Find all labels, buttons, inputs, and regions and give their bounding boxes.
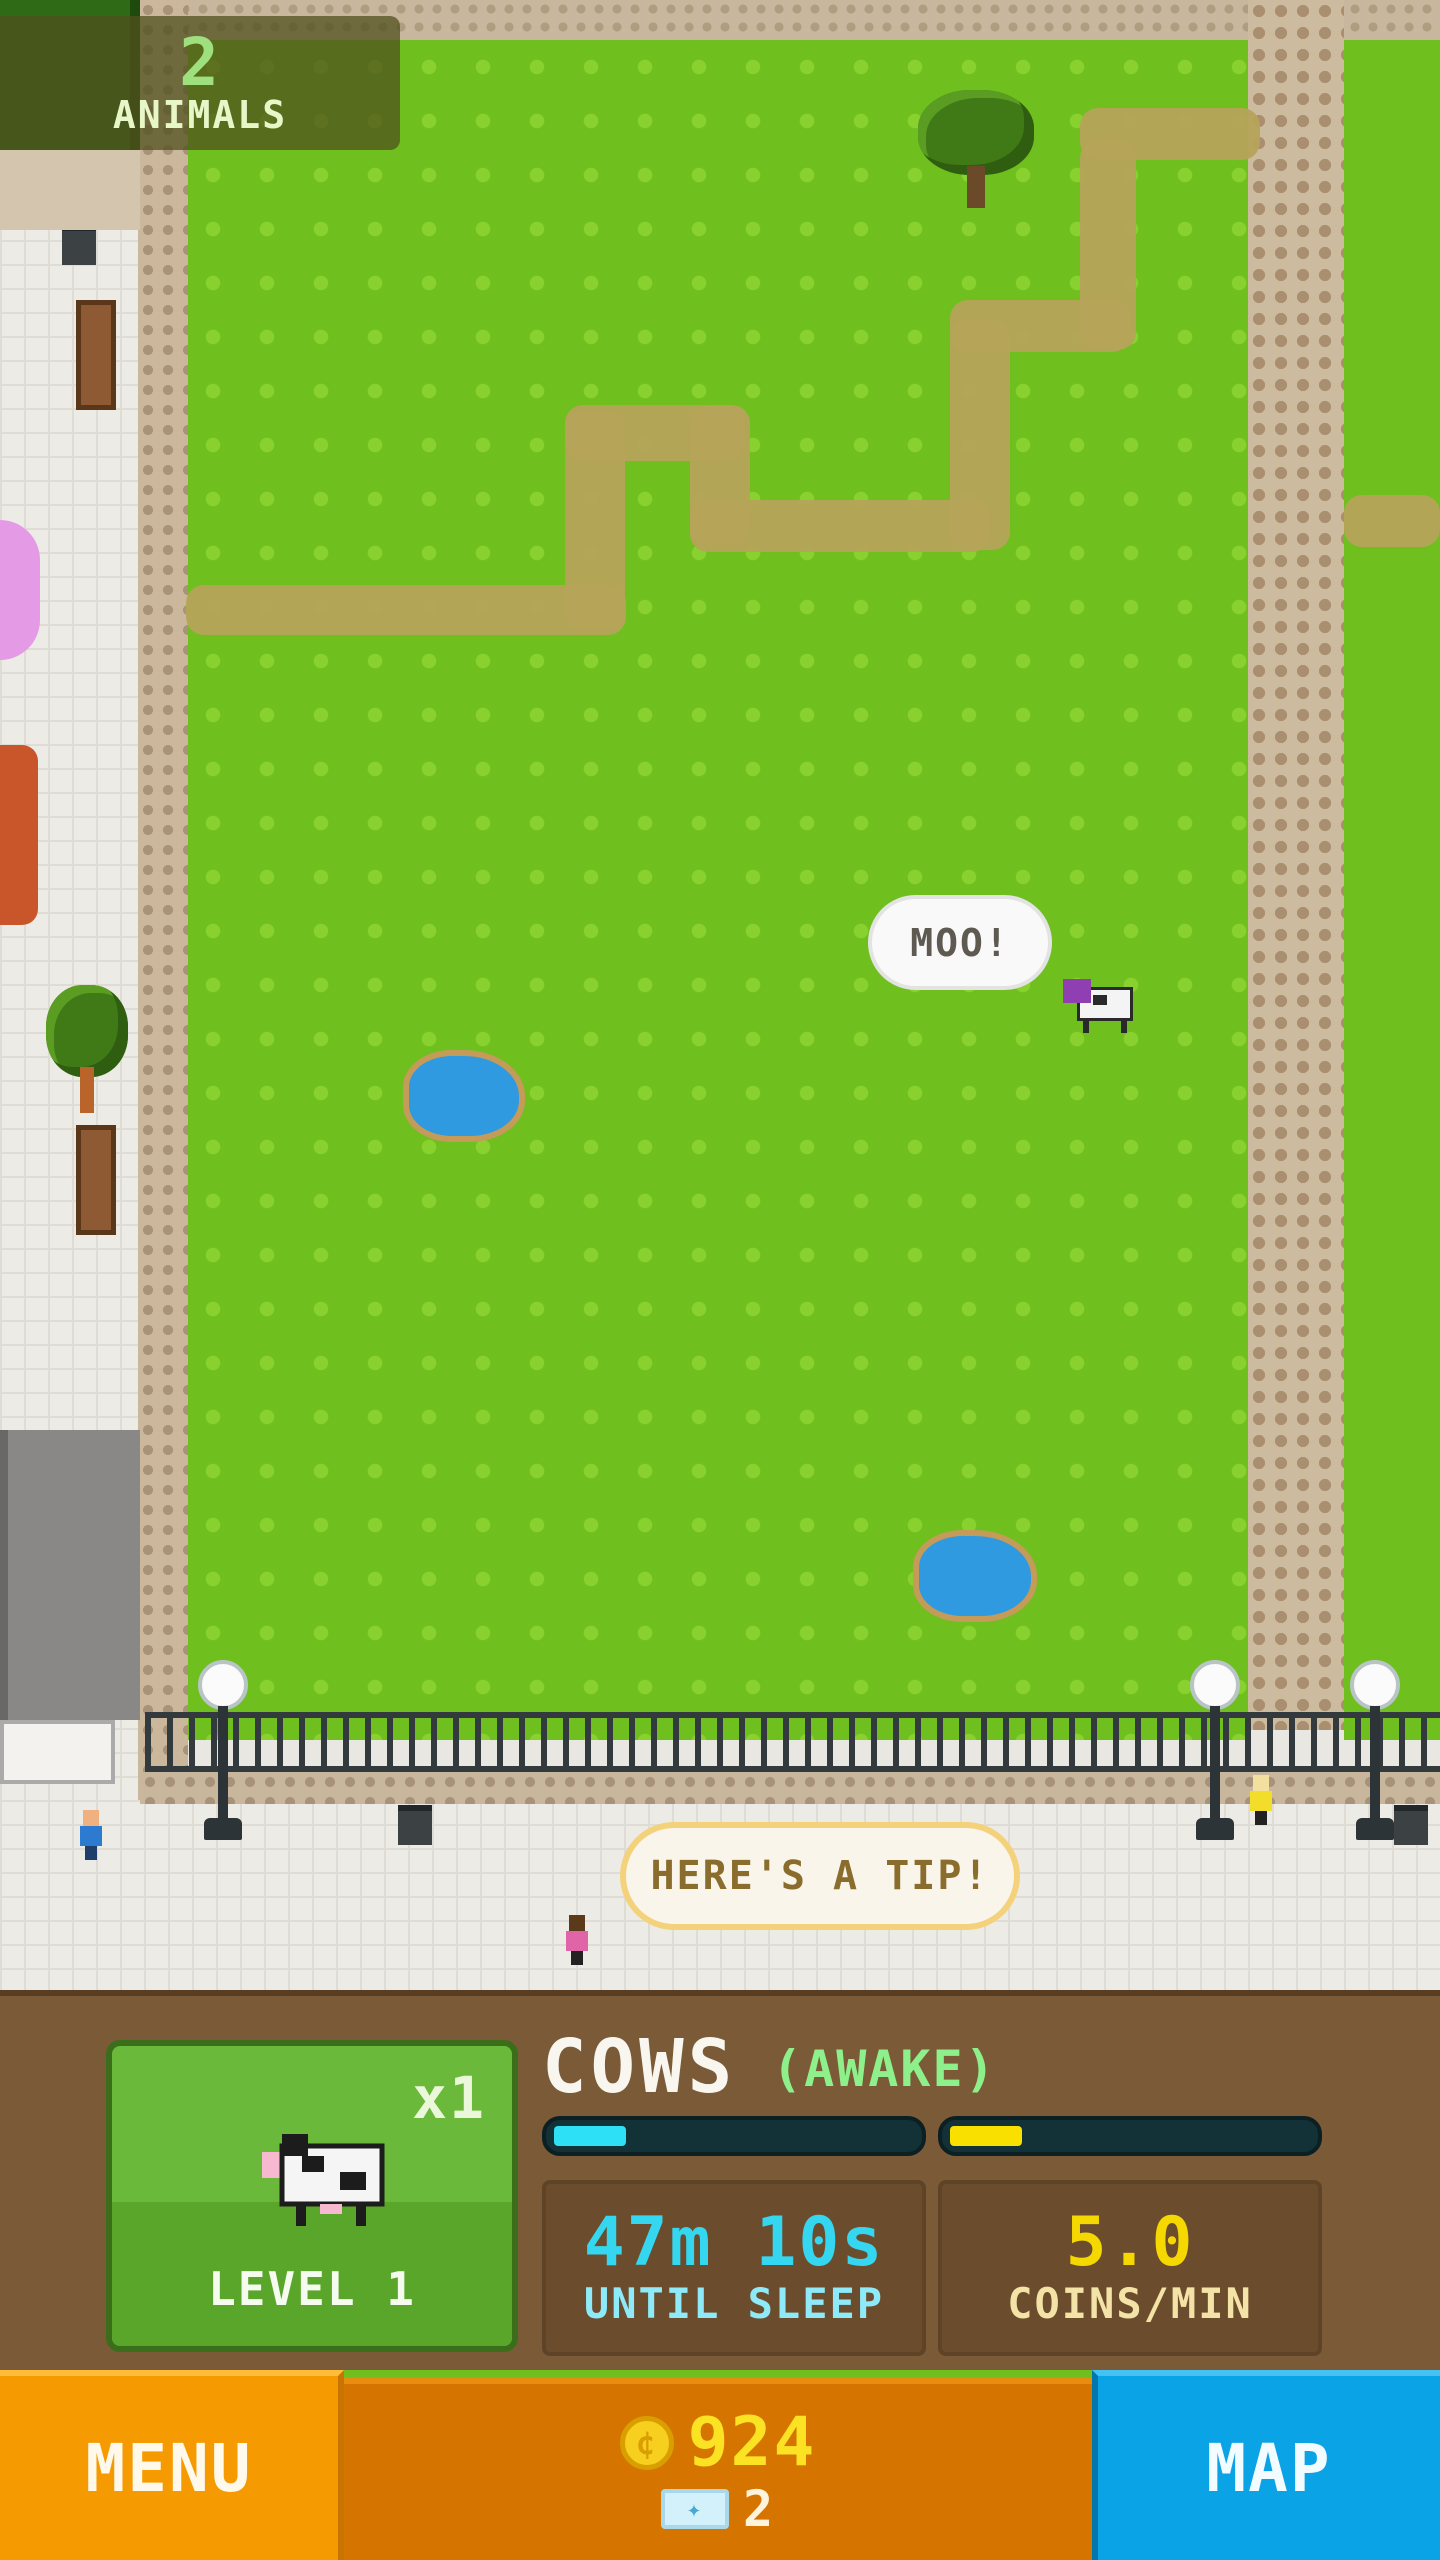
- coins-caption: COINS/MIN: [1007, 2279, 1253, 2328]
- potted-tree: [46, 985, 128, 1113]
- dirt-path: [690, 500, 990, 552]
- animal-level: LEVEL 1: [208, 2262, 416, 2316]
- neighbor-enclosure[interactable]: [1344, 40, 1440, 1740]
- coins-rate-box: 5.0 COINS/MIN: [938, 2180, 1322, 2356]
- sleep-time: 47m 10s: [583, 2203, 885, 2282]
- bottom-nav: MENU ¢ 924 ✦ 2 MAP: [0, 2370, 1440, 2560]
- enclosure-info-panel: x1 LEVEL 1 COWS (AWAKE) 47m 10s UNTIL SL…: [0, 1990, 1440, 2370]
- sleep-caption: UNTIL SLEEP: [583, 2279, 885, 2328]
- tickets-row: ✦ 2: [660, 2480, 776, 2538]
- dirt-path: [1344, 495, 1440, 547]
- enclosure-wall-right: [1248, 0, 1344, 1730]
- sleep-progress-bar: [542, 2116, 926, 2156]
- animals-count: 2: [179, 24, 221, 101]
- dirt-path: [950, 320, 1010, 550]
- sleep-timer-box: 47m 10s UNTIL SLEEP: [542, 2180, 926, 2356]
- coins-progress-bar: [938, 2116, 1322, 2156]
- dirt-path: [1080, 108, 1260, 160]
- animals-label: ANIMALS: [112, 93, 288, 137]
- sleep-progress-fill: [554, 2126, 626, 2146]
- coins-row: ¢ 924: [619, 2403, 817, 2482]
- coins-value: 924: [687, 2403, 817, 2482]
- visitor: [80, 1810, 102, 1860]
- shop-counter[interactable]: [0, 1720, 115, 1784]
- dirt-path: [186, 585, 626, 635]
- street-lamp: [1350, 1660, 1400, 1840]
- trash-bin: [398, 1805, 432, 1845]
- animals-counter[interactable]: 2 ANIMALS: [0, 16, 400, 150]
- visitor: [566, 1915, 588, 1965]
- animal-multiplier: x1: [412, 2064, 486, 2132]
- shop-roof: [0, 1430, 140, 1720]
- visitor: [1250, 1775, 1272, 1825]
- enclosure-wall-left: [138, 0, 188, 1800]
- pond: [913, 1530, 1037, 1622]
- animal-level-card[interactable]: x1 LEVEL 1: [106, 2040, 518, 2352]
- cow-speech-bubble: MOO!: [868, 895, 1052, 990]
- enclosure-title: COWS: [542, 2024, 737, 2110]
- street-lamp: [198, 1660, 248, 1840]
- balloon-stand[interactable]: [0, 520, 40, 660]
- bench: [76, 1125, 116, 1235]
- ticket-icon: ✦: [660, 2489, 729, 2529]
- tree: [918, 90, 1034, 208]
- coin-icon: ¢: [619, 2416, 674, 2470]
- enclosure-status: (AWAKE): [772, 2040, 997, 2098]
- map-button[interactable]: MAP: [1092, 2370, 1440, 2560]
- tickets-value: 2: [742, 2480, 776, 2538]
- coins-rate: 5.0: [1065, 2203, 1195, 2282]
- planter-wall: [0, 150, 140, 230]
- dirt-path: [1080, 140, 1136, 350]
- iron-fence: [145, 1712, 1440, 1772]
- trash-bin: [62, 225, 96, 265]
- food-stand[interactable]: [0, 745, 38, 925]
- pond: [403, 1050, 525, 1142]
- street-lamp: [1190, 1660, 1240, 1840]
- zoo-world[interactable]: MOO! HERE'S A TIP! 2 ANIMALS: [0, 0, 1440, 1990]
- enclosure-wall-bottom: [140, 1772, 1440, 1804]
- currency-bar: ¢ 924 ✦ 2: [344, 2378, 1092, 2560]
- cow-sprite[interactable]: [1055, 975, 1135, 1035]
- menu-button[interactable]: MENU: [0, 2370, 344, 2560]
- cow-icon: [262, 2134, 385, 2226]
- bench: [76, 300, 116, 410]
- tip-bubble[interactable]: HERE'S A TIP!: [620, 1822, 1020, 1930]
- coins-progress-fill: [950, 2126, 1022, 2146]
